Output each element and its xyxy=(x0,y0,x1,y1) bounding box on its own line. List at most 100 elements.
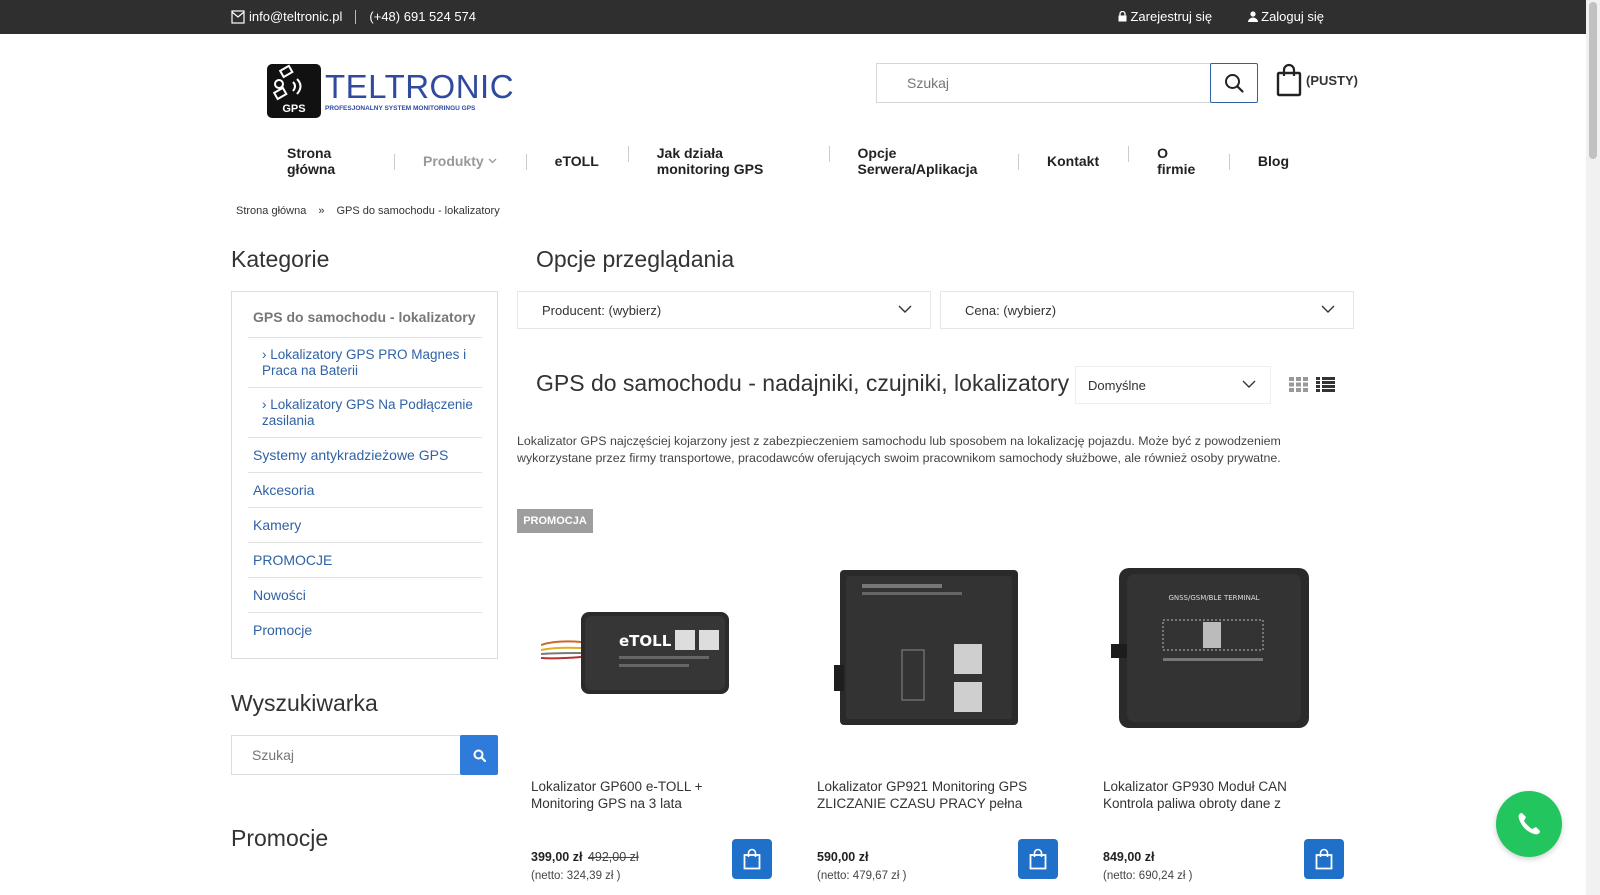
divider xyxy=(355,9,357,24)
logo-name: TELTRONIC xyxy=(325,68,515,105)
search-button[interactable] xyxy=(1210,63,1258,103)
breadcrumb-home[interactable]: Strona główna xyxy=(236,205,306,217)
login-label: Zaloguj się xyxy=(1261,9,1324,24)
category-wired-power[interactable]: › Lokalizatory GPS Na Podłączenie zasila… xyxy=(248,388,482,438)
price-net: (netto: 690,24 zł ) xyxy=(1103,870,1193,882)
category-promotions-upper[interactable]: PROMOCJE xyxy=(248,543,482,578)
phone-link[interactable]: (+48) 691 524 574 xyxy=(369,9,476,24)
add-to-cart-button[interactable] xyxy=(732,839,772,879)
chevron-down-icon xyxy=(898,305,912,313)
category-promotions[interactable]: Promocje xyxy=(248,613,482,648)
site-logo[interactable]: GPS TELTRONIC PROFESJONALNY SYSTEM MONIT… xyxy=(267,63,514,119)
category-cameras[interactable]: Kamery xyxy=(248,508,482,543)
lock-icon xyxy=(1118,11,1127,22)
chevron-down-icon xyxy=(1242,380,1256,388)
nav-label: O firmie xyxy=(1157,145,1196,177)
chevron-down-icon xyxy=(488,158,497,164)
logo-tagline: PROFESJONALNY SYSTEM MONITORINGU GPS xyxy=(325,105,476,112)
breadcrumb: Strona główna » GPS do samochodu - lokal… xyxy=(236,205,500,217)
top-bar: info@teltronic.pl (+48) 691 524 574 Zare… xyxy=(0,0,1586,34)
scrollbar[interactable] xyxy=(1586,0,1600,895)
price-net: (netto: 479,67 zł ) xyxy=(817,870,907,882)
filters-title: Opcje przeglądania xyxy=(536,246,735,272)
phone-icon xyxy=(1518,813,1540,835)
email-link[interactable]: info@teltronic.pl xyxy=(249,9,342,24)
product-image[interactable]: GNSS/GSM/BLE TERMINAL xyxy=(1089,525,1337,765)
product-title[interactable]: Lokalizator GP930 Moduł CAN Kontrola pal… xyxy=(1103,778,1338,812)
user-icon xyxy=(1248,11,1259,22)
product-card[interactable]: Lokalizator GP921 Monitoring GPS ZLICZAN… xyxy=(803,525,1058,895)
category-gps-car[interactable]: GPS do samochodu - lokalizatory xyxy=(248,297,482,338)
product-image[interactable]: eTOLL xyxy=(517,525,765,765)
nav-label: Strona główna xyxy=(287,145,336,177)
product-card[interactable]: GNSS/GSM/BLE TERMINAL Lokalizator GP930 … xyxy=(1089,525,1344,895)
category-magnet-battery[interactable]: › Lokalizatory GPS PRO Magnes i Praca na… xyxy=(248,338,482,388)
terminal-label: GNSS/GSM/BLE TERMINAL xyxy=(1168,594,1259,602)
category-accessories[interactable]: Akcesoria xyxy=(248,473,482,508)
category-new[interactable]: Nowości xyxy=(248,578,482,613)
product-price: 849,00 zł xyxy=(1103,850,1154,864)
producer-select-value: Producent: (wybierz) xyxy=(542,303,662,318)
price-current: 849,00 zł xyxy=(1103,850,1155,864)
price-current: 590,00 zł xyxy=(817,850,869,864)
producer-select[interactable]: Producent: (wybierz) xyxy=(517,291,931,329)
categories-title: Kategorie xyxy=(231,246,330,272)
search-input[interactable] xyxy=(876,63,1211,103)
product-title[interactable]: Lokalizator GP600 e-TOLL + Monitoring GP… xyxy=(531,778,766,812)
nav-label: Kontakt xyxy=(1047,153,1100,169)
product-image[interactable] xyxy=(803,525,1051,765)
nav-contact[interactable]: Kontakt xyxy=(1018,153,1128,170)
register-link[interactable]: Zarejestruj się xyxy=(1118,9,1212,24)
account-links: Zarejestruj się Zaloguj się xyxy=(1118,9,1324,24)
product-title[interactable]: Lokalizator GP921 Monitoring GPS ZLICZAN… xyxy=(817,778,1052,812)
promotions-title: Promocje xyxy=(231,825,329,851)
add-to-cart-button[interactable] xyxy=(1018,839,1058,879)
product-card[interactable]: eTOLL Lokalizator GP600 e-TOLL + Monitor… xyxy=(517,525,772,895)
nav-about[interactable]: O firmie xyxy=(1128,145,1229,177)
scrollbar-thumb[interactable] xyxy=(1589,2,1597,159)
category-description: Lokalizator GPS najczęściej kojarzony je… xyxy=(517,434,1281,465)
nav-label: Produkty xyxy=(422,153,484,169)
view-toggle xyxy=(1289,377,1335,392)
mail-icon xyxy=(231,9,245,24)
product-price: 399,00 zł 492,00 zł xyxy=(531,850,639,864)
sidebar-search-button[interactable] xyxy=(460,735,498,775)
login-link[interactable]: Zaloguj się xyxy=(1248,9,1324,24)
nav-etoll[interactable]: eTOLL xyxy=(525,153,628,170)
list-view-icon[interactable] xyxy=(1316,377,1335,392)
nav-home[interactable]: Strona główna xyxy=(258,145,394,177)
promo-badge: PROMOCJA xyxy=(517,509,593,533)
cart-link[interactable]: (PUSTY) xyxy=(1276,63,1358,97)
logo-mark: GPS xyxy=(267,64,321,118)
nav-label: Opcje Serwera/Aplikacja xyxy=(857,145,978,177)
category-anti-theft[interactable]: Systemy antykradzieżowe GPS xyxy=(248,438,482,473)
price-old: 492,00 zł xyxy=(587,850,639,864)
sidebar-search-input[interactable] xyxy=(231,735,461,775)
add-to-cart-button[interactable] xyxy=(1304,839,1344,879)
product-price: 590,00 zł xyxy=(817,850,868,864)
etoll-label: eTOLL xyxy=(619,632,672,650)
price-select[interactable]: Cena: (wybierz) xyxy=(940,291,1354,329)
shopping-bag-icon xyxy=(1029,848,1047,870)
call-button[interactable] xyxy=(1496,791,1562,857)
sort-select-value: Domyślne xyxy=(1088,378,1146,393)
shopping-bag-icon xyxy=(1276,63,1302,97)
grid-view-icon[interactable] xyxy=(1289,377,1308,392)
nav-server-options[interactable]: Opcje Serwera/Aplikacja xyxy=(828,145,1018,177)
logo-gps-text: GPS xyxy=(282,103,306,115)
price-current: 399,00 zł xyxy=(531,850,583,864)
chevron-down-icon xyxy=(1321,305,1335,313)
nav-how-it-works[interactable]: Jak działa monitoring GPS xyxy=(627,145,829,177)
main-nav: Strona główna Produkty eTOLL Jak działa … xyxy=(258,145,1318,177)
sort-select[interactable]: Domyślne xyxy=(1075,366,1271,404)
cart-status: (PUSTY) xyxy=(1306,72,1358,88)
price-select-value: Cena: (wybierz) xyxy=(965,303,1057,318)
nav-label: eTOLL xyxy=(554,153,599,169)
price-net: (netto: 324,39 zł ) xyxy=(531,870,621,882)
sidebar-search xyxy=(231,735,498,775)
nav-products[interactable]: Produkty xyxy=(393,153,526,170)
search-icon xyxy=(1225,74,1244,93)
nav-blog[interactable]: Blog xyxy=(1228,153,1318,170)
nav-label: Blog xyxy=(1257,153,1289,169)
categories-box: GPS do samochodu - lokalizatory › Lokali… xyxy=(231,291,498,659)
